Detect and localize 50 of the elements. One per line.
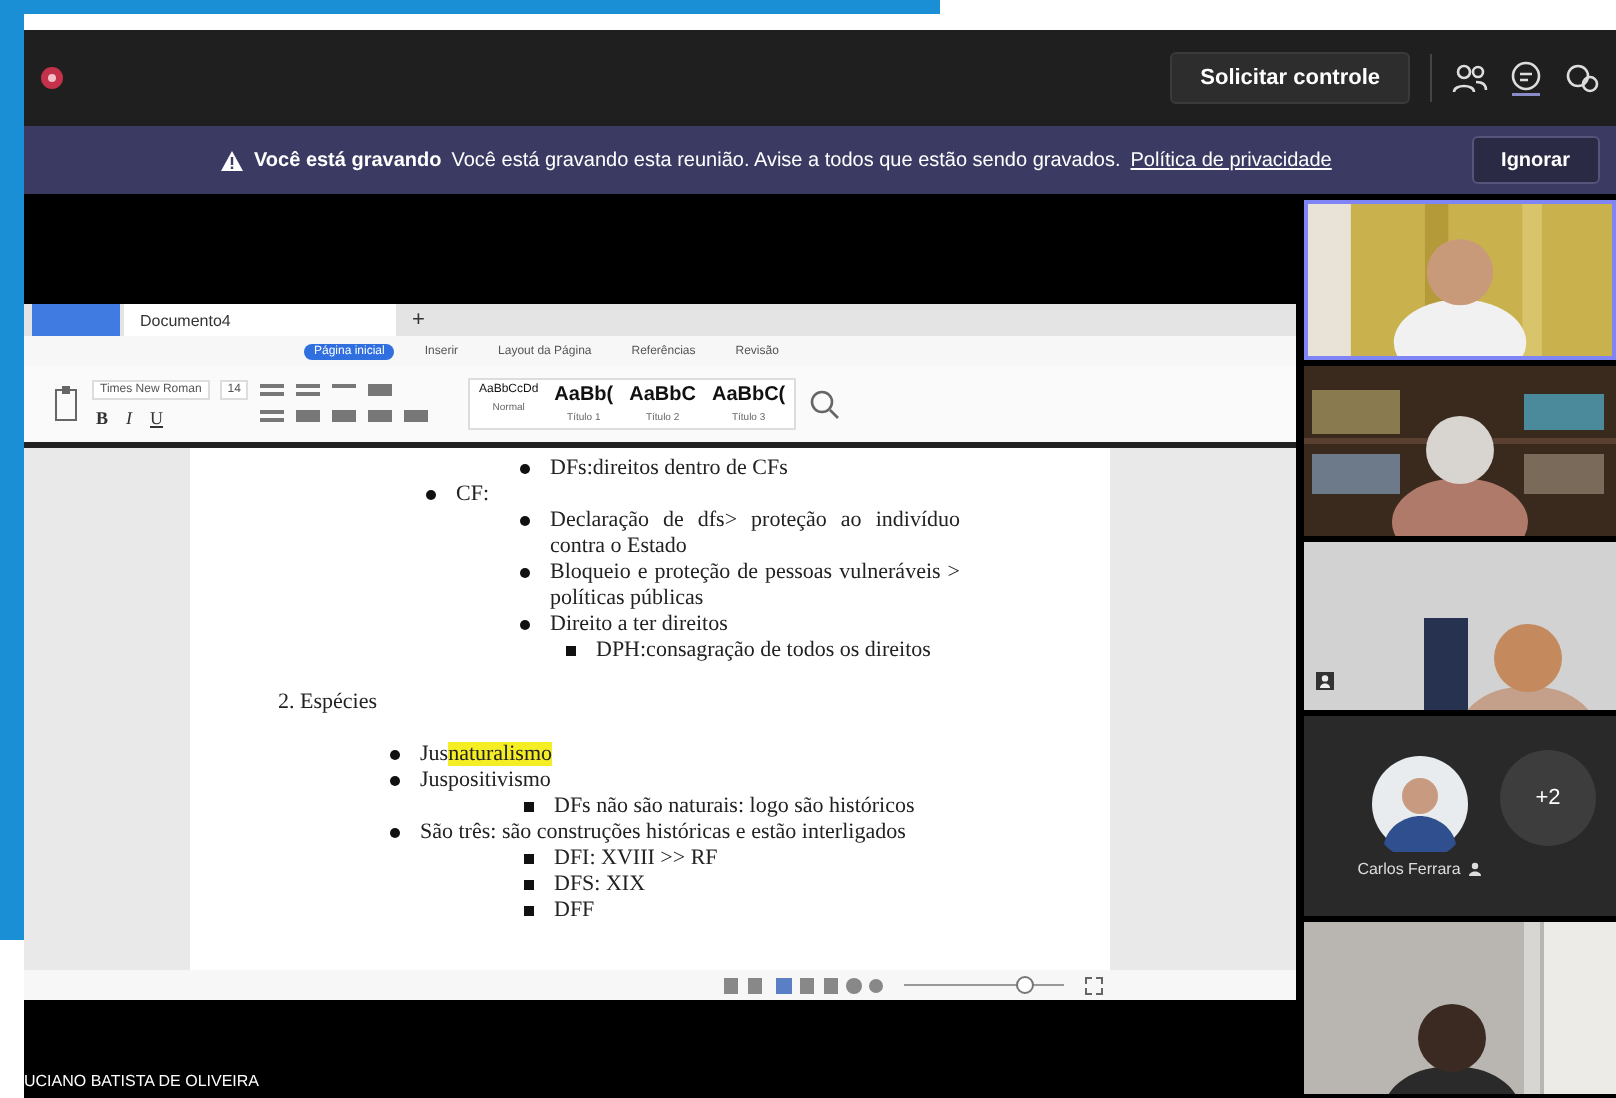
section-heading: 2. Espécies bbox=[276, 690, 379, 716]
bullet-icon bbox=[390, 776, 400, 786]
list-item-text: Juspositivismo bbox=[420, 768, 551, 794]
banner-message: Você está gravando esta reunião. Avise a todos que estão sendo gravados. bbox=[451, 149, 1121, 171]
bullet-icon bbox=[524, 802, 534, 812]
bullet-icon bbox=[520, 620, 530, 630]
bullet-icon bbox=[524, 854, 534, 864]
new-tab-button[interactable]: + bbox=[400, 304, 437, 336]
list-item-text: DFS: XIX bbox=[554, 872, 646, 898]
document-tab[interactable]: Documento4 bbox=[124, 304, 396, 336]
list-item-text: Jusnaturalismo bbox=[420, 742, 552, 768]
bullet-icon bbox=[426, 490, 436, 500]
list-item-text: CF: bbox=[456, 482, 490, 508]
more-participants-badge[interactable]: +2 bbox=[1500, 750, 1596, 846]
list-item-text: DPH:consagração de todos os direitos bbox=[596, 638, 931, 664]
bullet-icon bbox=[524, 880, 534, 890]
search-icon[interactable] bbox=[807, 388, 840, 420]
underline-button[interactable]: U bbox=[146, 408, 168, 428]
bullet-icon bbox=[524, 906, 534, 916]
presenter-name: UCIANO BATISTA DE OLIVEIRA bbox=[24, 1072, 260, 1090]
list-item-text: São três: são construções históricas e estão interligados bbox=[420, 820, 906, 846]
reactions-icon[interactable] bbox=[1564, 62, 1600, 94]
italic-button[interactable]: I bbox=[122, 408, 137, 428]
chat-icon[interactable] bbox=[1508, 60, 1544, 96]
ignore-button[interactable]: Ignorar bbox=[1471, 136, 1600, 184]
banner-title: Você está gravando bbox=[254, 149, 442, 171]
bullet-icon bbox=[566, 646, 576, 656]
bullet-icon bbox=[520, 464, 530, 474]
list-item-text: Direito a ter direitos bbox=[550, 612, 728, 638]
person-icon bbox=[1468, 861, 1483, 875]
warning-icon bbox=[220, 149, 244, 171]
bullet-icon bbox=[390, 750, 400, 760]
view-modes-icon[interactable] bbox=[724, 977, 884, 993]
privacy-link[interactable]: Política de privacidade bbox=[1130, 149, 1332, 171]
clipboard-icon[interactable] bbox=[52, 384, 80, 424]
list-item-text: DFI: XVIII >> RF bbox=[554, 846, 718, 872]
fullscreen-icon[interactable] bbox=[1084, 975, 1104, 995]
request-control-button[interactable]: Solicitar controle bbox=[1170, 52, 1410, 104]
bullet-icon bbox=[520, 568, 530, 578]
record-icon bbox=[40, 66, 64, 90]
participant-name: Carlos Ferrara bbox=[1357, 859, 1461, 877]
list-item-text: Declaração de dfs> proteção ao indivíduo contra o Estado bbox=[550, 508, 960, 560]
list-item-text: DFF bbox=[554, 898, 595, 924]
bullet-icon bbox=[520, 516, 530, 526]
bold-button[interactable]: B bbox=[92, 408, 113, 428]
list-item-text: Bloqueio e proteção de pessoas vulneráveis > políticas públicas bbox=[550, 560, 960, 612]
people-icon[interactable] bbox=[1452, 62, 1488, 94]
bullet-icon bbox=[390, 828, 400, 838]
list-item-text: DFs:direitos dentro de CFs bbox=[550, 456, 788, 482]
list-item-text: DFs não são naturais: logo são históricos bbox=[554, 794, 915, 820]
